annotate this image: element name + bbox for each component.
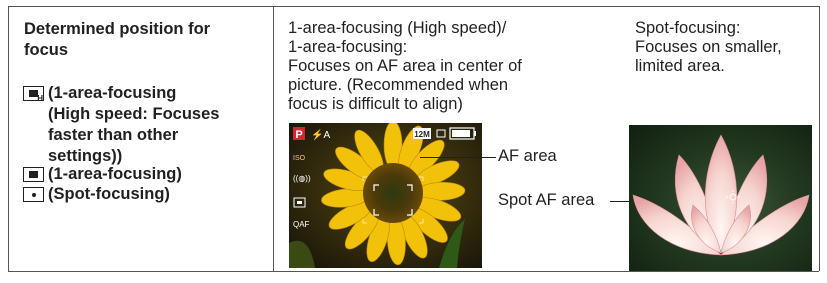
table-left-border [8, 6, 9, 271]
description-line: limited area. [635, 57, 725, 75]
table-bottom-border [8, 271, 819, 272]
sunflower-illustration: P ⚡A 12M ISO ((◍)) QAF [289, 123, 482, 268]
table-right-border [819, 6, 820, 271]
description-line: Focuses on AF area in center of [288, 57, 522, 75]
picture-size-badge: 12M [414, 130, 430, 139]
lotus-illustration [632, 134, 810, 256]
spot-af-area-callout: Spot AF area [498, 191, 595, 209]
mode-line: (1-area-focusing [48, 84, 177, 102]
mode-1-area-focusing: (1-area-focusing) [48, 164, 182, 185]
middle-description: 1-area-focusing (High speed)/ 1-area-foc… [288, 19, 588, 114]
mode-line: faster than other [48, 126, 179, 144]
spot-focusing-icon [23, 187, 44, 202]
description-line: 1-area-focusing (High speed)/ [288, 19, 507, 37]
1-area-focusing-icon [23, 167, 44, 182]
mode-line: (High speed: Focuses [48, 105, 220, 123]
mode-line: (1-area-focusing) [48, 165, 182, 183]
description-line: Focuses on smaller, [635, 38, 782, 56]
quick-af-icon: QAF [293, 220, 310, 229]
column-divider [273, 6, 274, 271]
stabilizer-icon: ((◍)) [293, 174, 311, 183]
lotus-flower-image [629, 125, 812, 271]
iso-indicator-icon: ISO [293, 155, 306, 162]
mode-1-area-focusing-high-speed: (1-area-focusing (High speed: Focuses fa… [48, 83, 258, 167]
af-area-leader-line [420, 157, 496, 158]
flash-icon: ⚡A [311, 128, 330, 141]
description-line: focus is difficult to align) [288, 95, 463, 113]
sunflower-camera-screen-image: P ⚡A 12M ISO ((◍)) QAF [289, 123, 482, 268]
p-mode-badge: P [295, 129, 302, 141]
right-description: Spot-focusing: Focuses on smaller, limit… [635, 19, 815, 76]
description-line: Spot-focusing: [635, 19, 741, 37]
af-area-callout: AF area [498, 147, 557, 165]
1-area-focusing-high-speed-icon: H [23, 86, 44, 103]
description-line: picture. (Recommended when [288, 76, 509, 94]
mode-spot-focusing: (Spot-focusing) [48, 184, 170, 205]
description-line: 1-area-focusing: [288, 38, 408, 56]
title-line: focus [24, 41, 69, 59]
left-column-title: Determined position for focus [24, 19, 254, 61]
title-line: Determined position for [24, 20, 211, 38]
table-top-border [8, 6, 819, 7]
mode-line: (Spot-focusing) [48, 185, 170, 203]
